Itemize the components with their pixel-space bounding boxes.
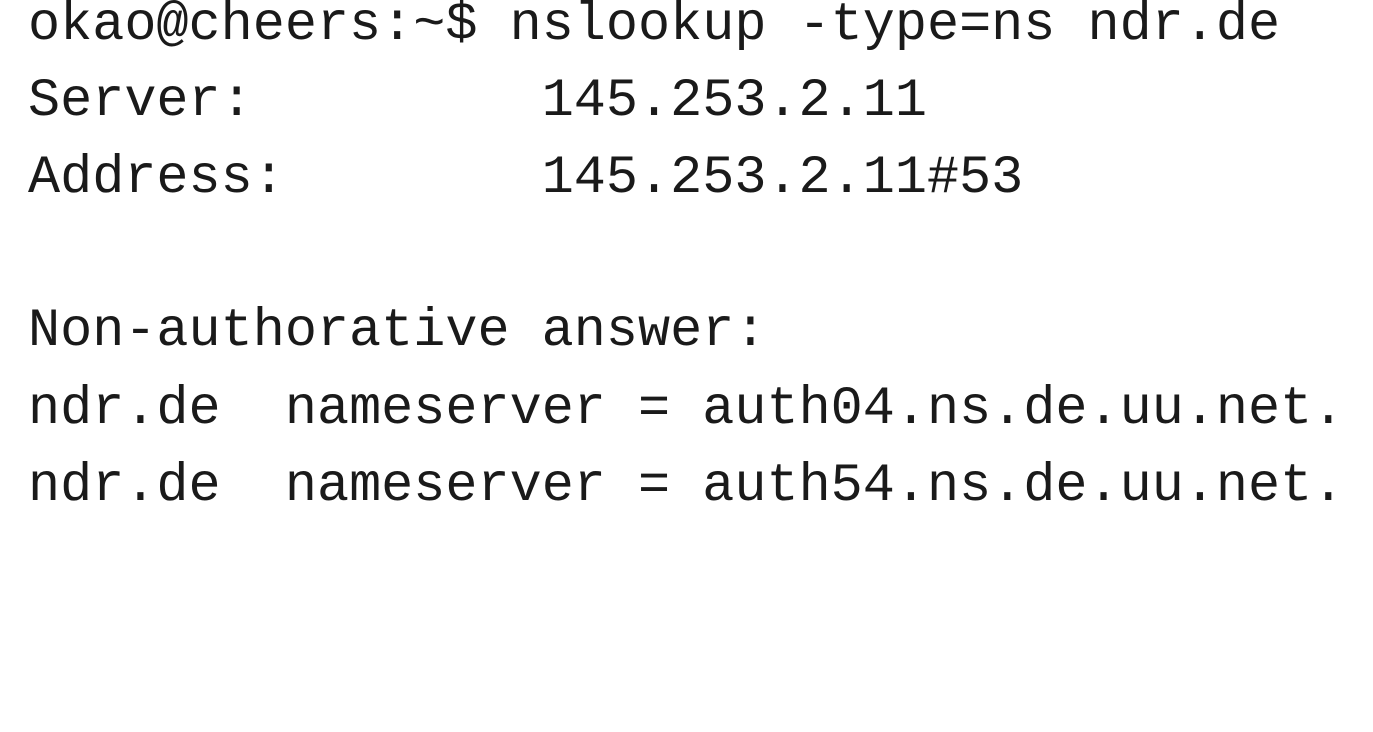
record-equals: = (638, 456, 671, 517)
command-line: okao@cheers:~$ nslookup -type=ns ndr.de (28, 0, 1280, 58)
server-label: Server: (28, 71, 253, 132)
answer-header: Non-authorative answer: (28, 301, 767, 362)
ns-record-line: ndr.de nameserver = auth54.ns.de.uu.net. (28, 455, 1344, 519)
record-equals: = (638, 379, 671, 440)
record-domain: ndr.de (28, 379, 221, 440)
record-value: auth54.ns.de.uu.net. (702, 456, 1345, 517)
server-value: 145.253.2.11 (541, 71, 927, 132)
record-type: nameserver (284, 379, 606, 440)
record-value: auth04.ns.de.uu.net. (702, 379, 1345, 440)
command-text: nslookup -type=ns ndr.de (509, 0, 1281, 56)
record-type: nameserver (284, 456, 606, 517)
server-line: Server: 145.253.2.11 (28, 70, 927, 134)
ns-record-line: ndr.de nameserver = auth04.ns.de.uu.net. (28, 378, 1344, 442)
address-value: 145.253.2.11#53 (541, 148, 1024, 209)
address-label: Address: (28, 148, 285, 209)
address-line: Address: 145.253.2.11#53 (28, 147, 1023, 211)
shell-prompt: okao@cheers:~$ (28, 0, 478, 56)
terminal-output: okao@cheers:~$ nslookup -type=ns ndr.de … (28, 0, 1368, 543)
record-domain: ndr.de (28, 456, 221, 517)
